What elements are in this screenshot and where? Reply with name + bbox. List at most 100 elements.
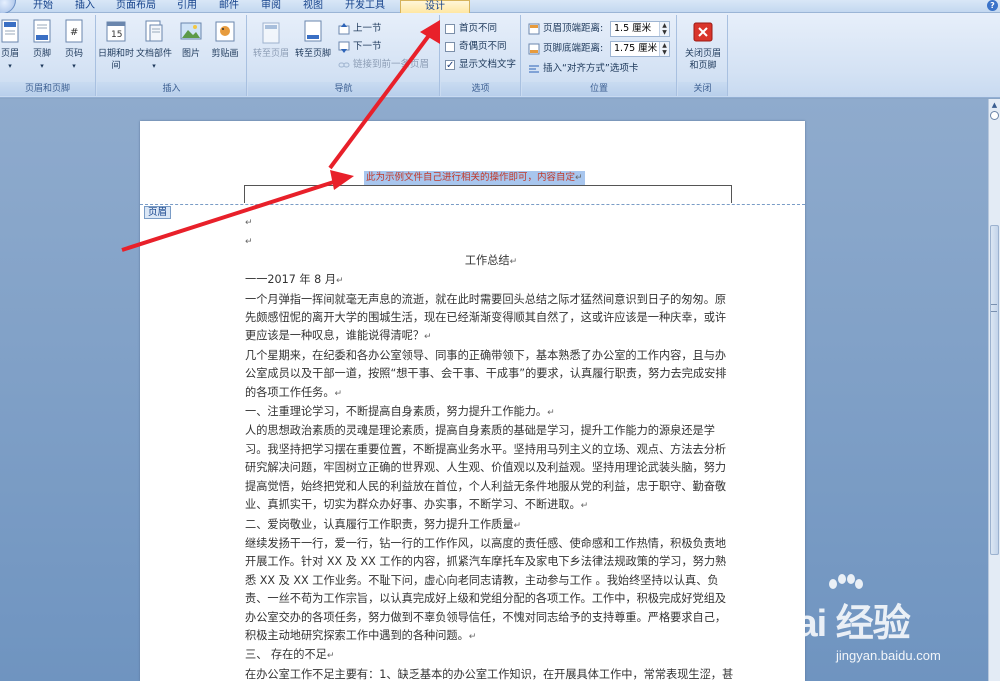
document-title[interactable]: 工作总结↵ [245,252,737,271]
header-tag: 页眉 [144,206,172,219]
header-distance-icon [528,23,540,34]
paragraph-mark: ↵ [245,218,253,228]
goto-header-button[interactable]: 转至页眉 [250,19,292,60]
document-page[interactable]: 此为示例文件自己进行相关的操作即可，内容自定↵ 页眉 ↵ ↵ 工作总结↵ 一一2017… [140,121,805,681]
group-label-options: 选项 [441,82,520,96]
help-icon[interactable]: ? [987,0,998,11]
paragraph-mark: ↵ [547,408,555,419]
paragraph-mark: ↵ [424,332,432,343]
tab-references[interactable]: 引用 [172,0,202,13]
tab-mailings[interactable]: 邮件 [214,0,244,13]
footer-distance-icon [528,43,540,54]
document-paragraph[interactable]: 在办公室工作不足主要有：1、缺乏基本的办公室工作知识，在开展具体工作中，常常表现… [245,666,737,681]
header-top-distance-label: 页眉顶端距离: [528,21,603,37]
close-icon [693,22,713,42]
checkbox-box [445,41,455,52]
goto-footer-icon [304,20,322,42]
link-icon [338,62,350,67]
group-options: 首页不同 奇偶页不同 显示文档文字 选项 [441,15,521,96]
group-label-close: 关闭 [678,82,727,96]
next-section-icon [338,41,350,53]
watermark-brand: Bai 经验 [770,603,911,645]
checkbox-box-checked [445,58,455,74]
different-odd-even-checkbox[interactable]: 奇偶页不同 [445,39,507,55]
document-paragraph[interactable]: 一、注重理论学习，不断提高自身素质，努力提升工作能力。↵ [245,403,737,422]
scroll-up-icon[interactable]: ▲ [990,101,999,110]
watermark-url: jingyan.baidu.com [836,648,941,663]
document-paragraph[interactable]: 三、 存在的不足↵ [245,646,737,665]
spin-arrows-icon[interactable]: ▲ ▼ [659,22,669,36]
group-label-insert: 插入 [97,82,246,96]
tab-review[interactable]: 审阅 [256,0,286,13]
group-position: 页眉顶端距离: 1.5 厘米 ▲ ▼ 页脚底端距离: 1.75 厘米 ▲ ▼ 插入“… [522,15,677,96]
alignment-tab-icon [529,65,539,72]
link-to-previous-button[interactable]: 链接到前一条页眉 [338,57,429,73]
paragraph-text: 一一2017 年 8 月 [245,273,337,287]
show-document-text-checkbox[interactable]: 显示文档文字 [445,57,516,74]
paragraph-text: 几个星期来，在纪委和各办公室领导、同事的正确带领下，基本熟悉了办公室的工作内容，… [245,348,727,399]
office-button[interactable] [0,0,16,14]
document-paragraph[interactable]: 一一2017 年 8 月↵ [245,271,737,290]
footer-bottom-distance-label: 页脚底端距离: [528,41,603,57]
tab-home[interactable]: 开始 [26,0,60,13]
scrollbar-thumb[interactable] [990,225,999,555]
page-number-icon: # [65,19,83,43]
header-icon [1,19,19,43]
different-first-page-checkbox[interactable]: 首页不同 [445,21,497,37]
paragraph-text: 一、注重理论学习，不断提高自身素质，努力提升工作能力。 [245,405,548,419]
paragraph-text: 在办公室工作不足主要有：1、缺乏基本的办公室工作知识，在开展具体工作中，常常表现… [245,667,734,681]
footer-icon [33,19,51,43]
document-paragraph[interactable]: 二、爱岗敬业，认真履行工作职责，努力提升工作质量↵ [245,516,737,535]
paragraph-mark: ↵ [468,631,477,642]
tab-developer[interactable]: 开发工具 [340,0,390,13]
date-time-button[interactable]: 15 日期和时间 [97,19,135,72]
baidu-watermark: Bai 经验 jingyan.baidu.com [770,574,995,679]
group-label-header-footer: 页眉和页脚 [0,82,95,96]
paragraph-text: 人的思想政治素质的灵魂是理论素质，提高自身素质的基础是学习，提升工作能力的源泉还… [245,424,727,512]
checkbox-box [445,23,455,34]
scrollbar-grip [991,304,997,312]
header-separator [140,204,805,205]
paragraph-mark: ↵ [245,237,253,248]
tab-design[interactable]: 设计 [400,0,470,13]
paragraph-mark: ↵ [336,276,344,287]
document-paragraph[interactable]: ↵ [245,213,737,232]
document-paragraph[interactable]: 继续发扬干一行，爱一行，钻一行的工作作风，以高度的责任感、使命感和工作热情，积极… [245,535,737,646]
page-number-button[interactable]: # 页码 ▾ [54,19,94,72]
group-label-navigation: 导航 [248,82,439,96]
header-content[interactable]: 此为示例文件自己进行相关的操作即可，内容自定↵ [364,171,585,185]
clip-art-icon [215,21,235,42]
header-border [244,185,732,203]
ruler-toggle-icon[interactable] [990,111,999,120]
ribbon-tab-bar: 开始 插入 页面布局 引用 邮件 审阅 视图 开发工具 设计 ? [0,0,1000,14]
paragraph-text: 一个月弹指一挥间就毫无声息的流逝，就在此时需要回头总结之际才猛然间意识到日子的匆… [245,292,727,343]
close-header-footer-button[interactable]: 关闭页眉和页脚 [681,19,725,72]
tab-insert[interactable]: 插入 [70,0,100,13]
svg-text:15: 15 [111,30,122,40]
picture-button[interactable]: 图片 [173,19,209,60]
paragraph-text: 三、 存在的不足 [245,648,327,662]
spin-arrows-icon[interactable]: ▲ ▼ [659,42,669,56]
previous-section-button[interactable]: 上一节 [338,21,382,37]
document-paragraph[interactable]: 几个星期来，在纪委和各办公室领导、同事的正确带领下，基本熟悉了办公室的工作内容，… [245,347,737,403]
insert-alignment-tab-button[interactable]: 插入“对齐方式”选项卡 [528,61,638,77]
ribbon: 页眉 ▾ 页脚 ▾ # 页码 ▾ 页眉和页脚 15 日期和时间 文档部件 ▾ 图片 剪贴… [0,13,1000,98]
document-paragraph[interactable]: 人的思想政治素质的灵魂是理论素质，提高自身素质的基础是学习，提升工作能力的源泉还… [245,422,737,515]
document-paragraph[interactable]: ↵ [245,232,737,251]
next-section-button[interactable]: 下一节 [338,39,382,55]
group-header-footer: 页眉 ▾ 页脚 ▾ # 页码 ▾ 页眉和页脚 [0,15,96,96]
goto-header-icon [262,22,280,44]
goto-footer-button[interactable]: 转至页脚 [292,19,334,60]
clip-art-button[interactable]: 剪贴画 [205,19,245,60]
tab-view[interactable]: 视图 [298,0,328,13]
document-body[interactable]: ↵ ↵ 工作总结↵ 一一2017 年 8 月↵ 一个月弹指一挥间就毫无声息的流逝，就在此… [245,213,737,681]
paragraph-text: 工作总结 [464,253,510,267]
picture-icon [180,22,202,40]
document-parts-button[interactable]: 文档部件 ▾ [133,19,175,72]
header-top-distance-input[interactable]: 1.5 厘米 ▲ ▼ [610,21,670,37]
group-close: 关闭页眉和页脚 关闭 [678,15,728,96]
paragraph-mark: ↵ [513,520,522,531]
footer-bottom-distance-input[interactable]: 1.75 厘米 ▲ ▼ [610,41,670,57]
document-paragraph[interactable]: 一个月弹指一挥间就毫无声息的流逝，就在此时需要回头总结之际才猛然间意识到日子的匆… [245,291,737,347]
tab-page-layout[interactable]: 页面布局 [112,0,160,13]
